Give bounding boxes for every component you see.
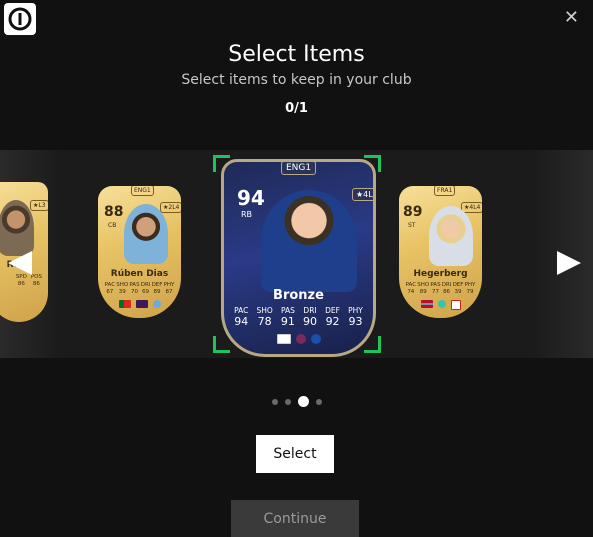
league-badge: FRA1 <box>434 186 456 196</box>
player-rating: 89 <box>403 204 423 220</box>
player-flags <box>98 300 181 308</box>
dialog-title: Select Items <box>228 42 365 67</box>
carousel-pagination <box>0 396 593 407</box>
selection-corner-bl <box>213 336 230 353</box>
player-card-right[interactable]: FRA1 ★4L4 89 ST Hegerberg PAC 74 SHO 89 PA… <box>399 186 482 318</box>
player-rating: 94 <box>237 186 265 210</box>
league-icon <box>437 300 446 308</box>
select-button[interactable]: Select <box>256 435 334 473</box>
stat-dri: DRI 86 <box>441 282 452 295</box>
player-position: RB <box>241 210 253 219</box>
page-dot[interactable] <box>284 398 291 405</box>
card-badge: ★2L4 <box>160 202 181 213</box>
nation-flag-icon <box>118 300 131 308</box>
player-stats: PAC 74 SHO 89 PAS 77 DRI 86 DEF 39 PHY 79 <box>399 282 482 296</box>
player-name: Hegerberg <box>413 269 468 279</box>
stat-pas: PAS 70 <box>129 282 140 295</box>
card-badge: ★L3 <box>30 200 48 211</box>
player-position: ST <box>408 222 416 229</box>
close-icon[interactable]: ✕ <box>564 9 579 27</box>
stat-phy: PHY 93 <box>348 306 363 328</box>
item-carousel: ★L3 Raya SPD 86 POS 86 ENG1 ★2L4 88 CB Rúb… <box>0 150 593 358</box>
player-stats: PAC 67 SHO 39 PAS 70 DRI 69 DEF 89 PHY 87 <box>98 282 181 296</box>
next-arrow-icon[interactable] <box>557 251 581 275</box>
stat-pas: PAS 77 <box>430 282 441 295</box>
fc-logo-icon <box>8 7 32 31</box>
stat-def: DEF 92 <box>325 306 340 328</box>
player-stats: PAC 94 SHO 78 PAS 91 DRI 90 DEF 92 PHY 93 <box>224 305 373 327</box>
player-stats: SPD 86 POS 86 <box>0 274 48 288</box>
app-logo <box>4 3 36 35</box>
stat-sho: SHO 39 <box>116 282 129 295</box>
league-badge: ENG1 <box>131 186 154 196</box>
dialog-subtitle: Select items to keep in your club <box>181 72 412 88</box>
player-rating: 88 <box>104 204 124 220</box>
stat-sho: SHO 89 <box>417 282 430 295</box>
player-position: CB <box>108 222 117 229</box>
league-icon <box>135 300 148 308</box>
stat-phy: PHY 79 <box>464 282 476 295</box>
club-crest-icon <box>310 334 321 344</box>
card-badge: ★4L4 <box>352 188 373 201</box>
page-dot[interactable] <box>271 398 278 405</box>
continue-button[interactable]: Continue <box>231 500 359 537</box>
league-icon <box>295 334 306 344</box>
player-photo <box>124 204 168 264</box>
stat-dri: DRI 69 <box>140 282 151 295</box>
nation-flag-icon <box>420 300 433 308</box>
player-name: Bronze <box>273 288 324 303</box>
club-crest-icon <box>450 300 461 310</box>
stat-pac: PAC 94 <box>234 306 249 328</box>
stat-sho: SHO 78 <box>256 306 273 328</box>
stat-def: DEF 39 <box>452 282 464 295</box>
player-photo <box>261 190 357 292</box>
player-photo <box>0 200 34 256</box>
player-flags <box>399 300 482 310</box>
stat-spd: SPD 86 <box>15 274 27 287</box>
league-badge: ENG1 <box>281 162 317 175</box>
player-card-featured[interactable]: ENG1 ★4L4 94 RB Bronze PAC 94 SHO 78 PAS 91… <box>221 159 376 357</box>
stat-pac: PAC 67 <box>104 282 116 295</box>
player-photo <box>429 206 473 266</box>
player-flags <box>224 334 373 344</box>
selection-corner-tl <box>213 155 230 172</box>
page-dot-active[interactable] <box>297 396 309 407</box>
selection-corner-br <box>364 336 381 353</box>
nation-flag-icon <box>276 334 291 344</box>
previous-arrow-icon[interactable] <box>8 251 32 275</box>
stat-def: DEF 89 <box>151 282 163 295</box>
club-crest-icon <box>152 300 161 308</box>
player-card-left[interactable]: ENG1 ★2L4 88 CB Rúben Dias PAC 67 SHO 39 P… <box>98 186 181 318</box>
stat-pos: POS 86 <box>30 274 42 287</box>
player-name: Rúben Dias <box>110 269 169 279</box>
stat-pac: PAC 74 <box>405 282 417 295</box>
stat-dri: DRI 90 <box>303 306 318 328</box>
stat-pas: PAS 91 <box>280 306 295 328</box>
stat-phy: PHY 87 <box>163 282 175 295</box>
page-dot[interactable] <box>315 398 322 405</box>
selection-corner-tr <box>364 155 381 172</box>
selection-counter: 0/1 <box>285 101 308 116</box>
